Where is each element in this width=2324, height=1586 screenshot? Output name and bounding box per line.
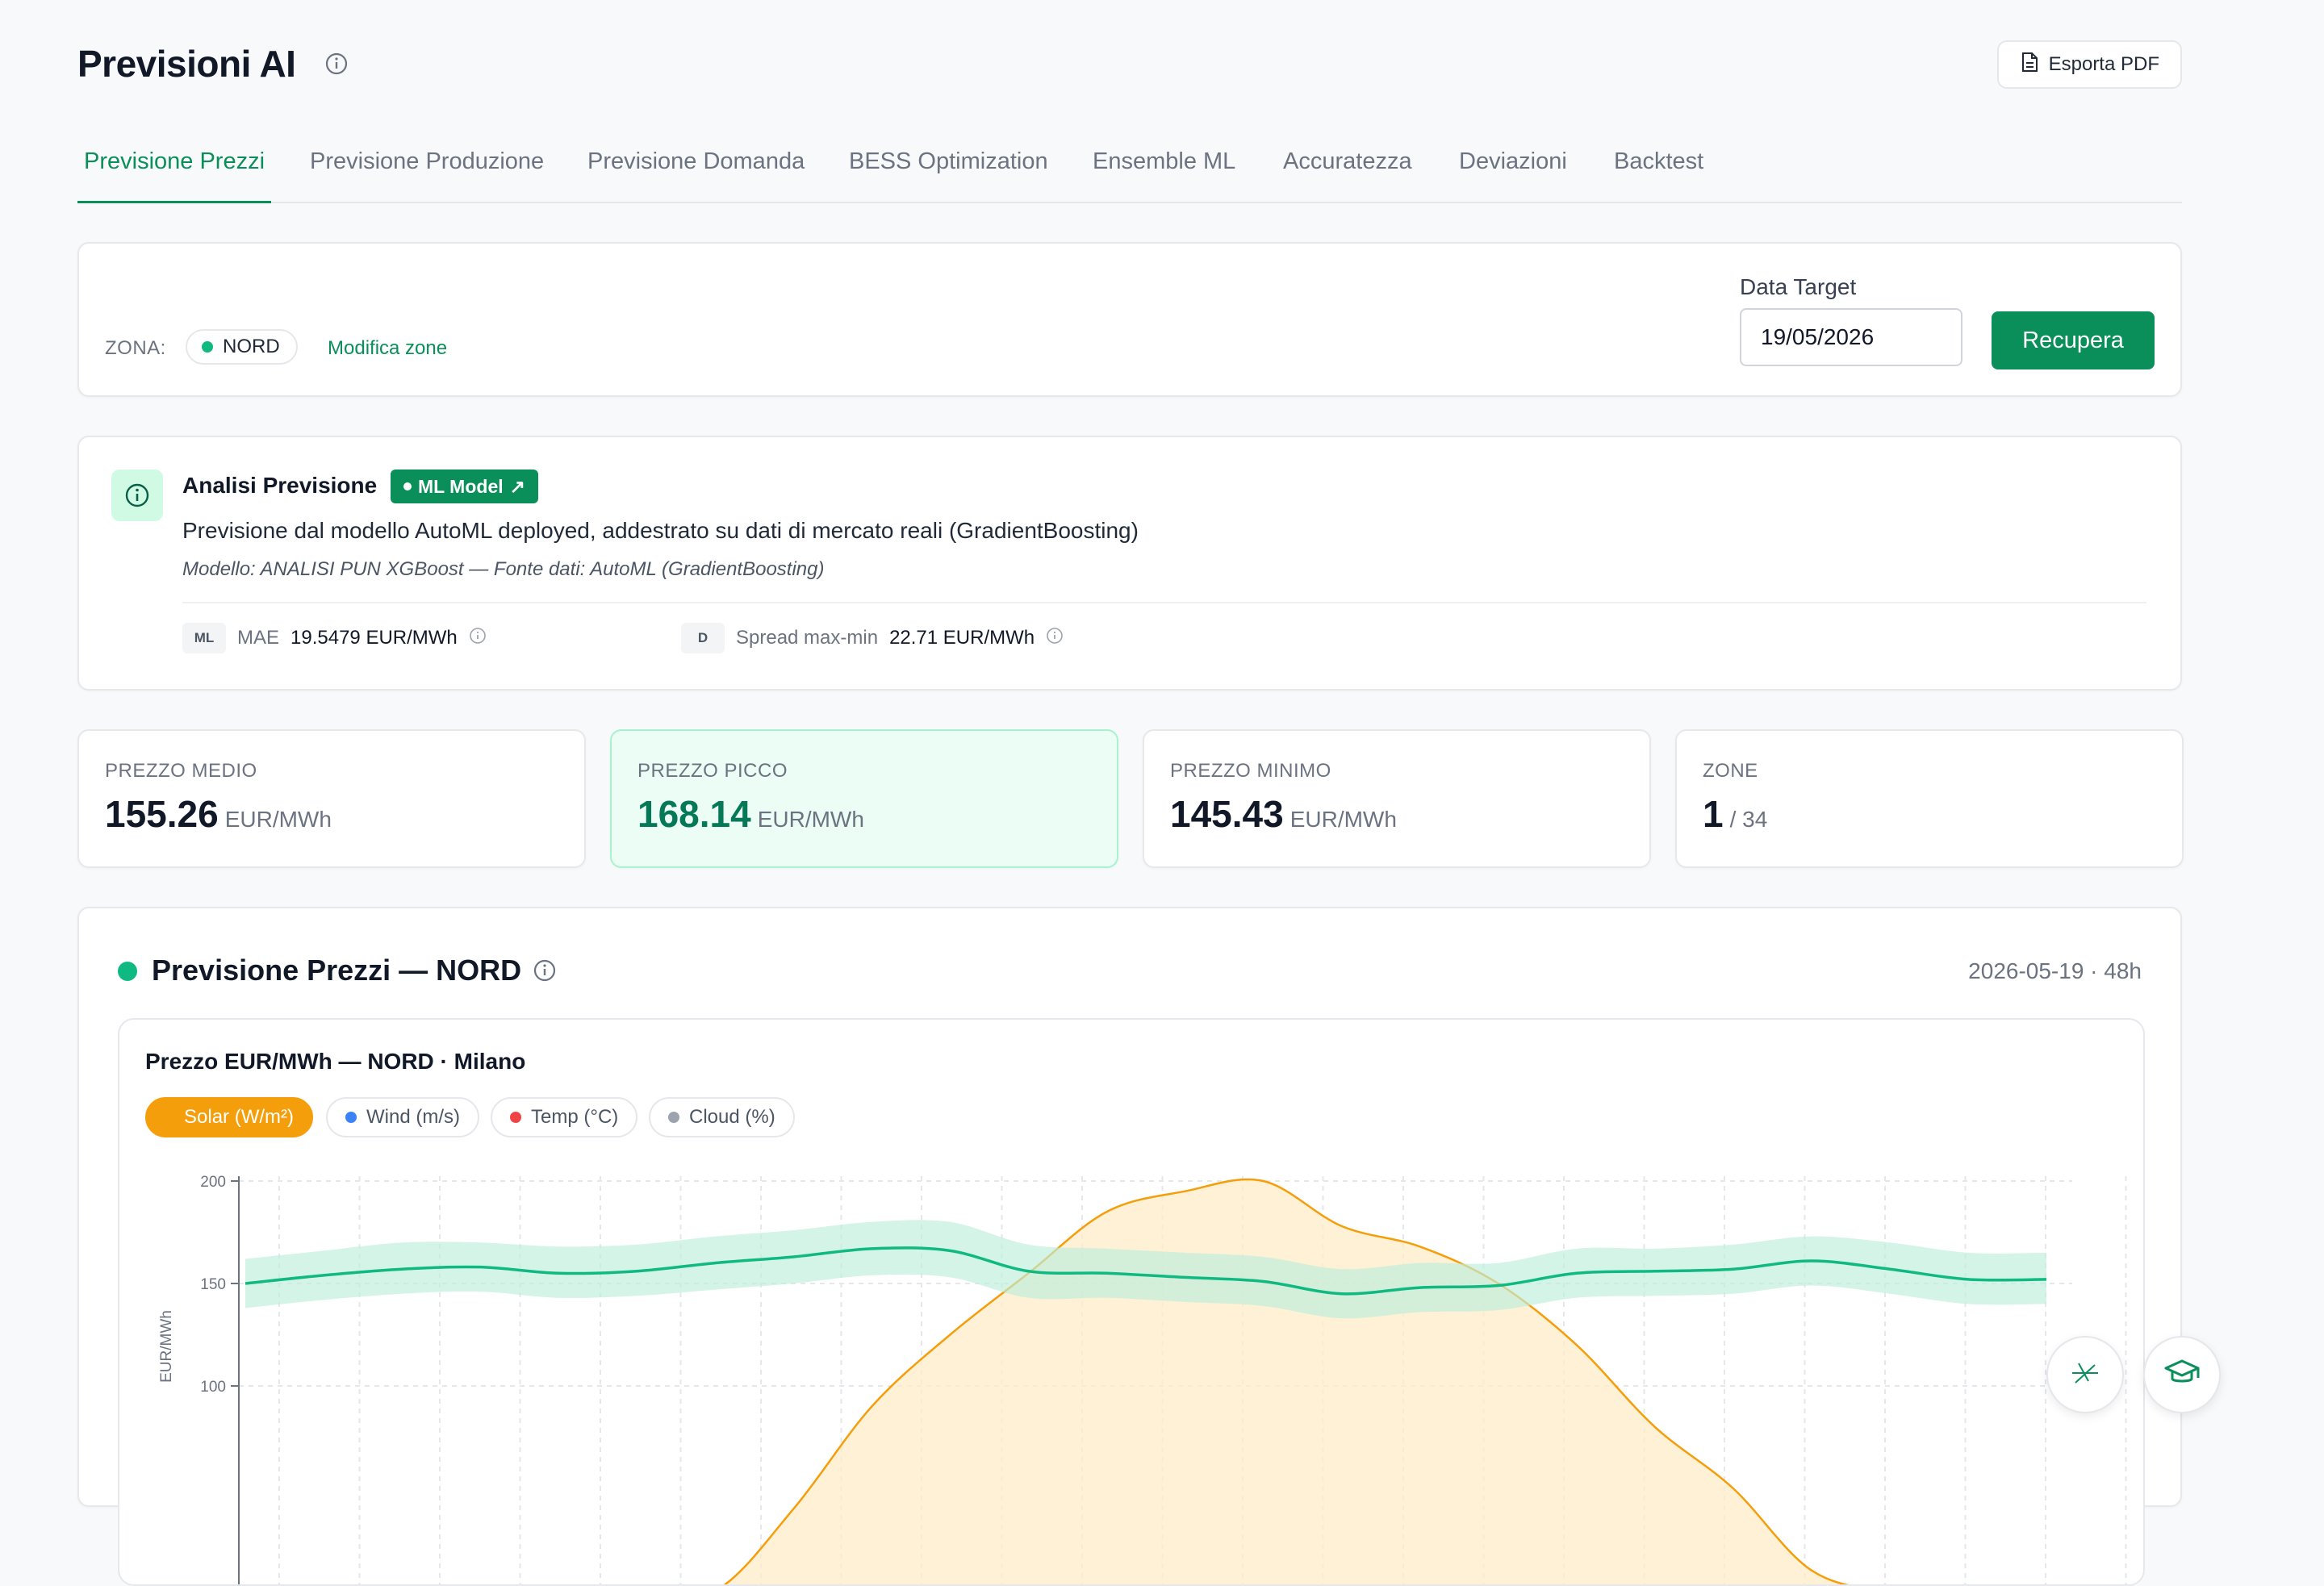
metric-value: 22.71 EUR/MWh xyxy=(889,627,1035,649)
stat-number: 155.26 xyxy=(105,793,219,835)
tab-accuratezza[interactable]: Accuratezza xyxy=(1283,148,1412,202)
modifica-zone-link[interactable]: Modifica zone xyxy=(328,337,447,360)
info-icon[interactable] xyxy=(533,958,557,987)
stat-card-zone: ZONE 1/ 34 xyxy=(1675,729,2184,868)
stat-card-prezzo-medio: PREZZO MEDIO 155.26 EUR/MWh xyxy=(77,729,586,868)
chart-card: Previsione Prezzi — NORD 2026-05-19 · 48… xyxy=(77,907,2182,1586)
stat-card-prezzo-minimo: PREZZO MINIMO 145.43 EUR/MWh xyxy=(1143,729,1651,868)
crossed-lines-icon xyxy=(2067,1355,2103,1395)
stat-number: 145.43 xyxy=(1170,793,1284,835)
info-icon[interactable] xyxy=(324,52,349,76)
stat-value: 1/ 34 xyxy=(1703,792,1767,836)
info-icon[interactable] xyxy=(1046,627,1064,650)
tutorial-button[interactable] xyxy=(2143,1336,2221,1413)
metric-value: 19.5479 EUR/MWh xyxy=(290,627,458,649)
divider xyxy=(182,602,2146,603)
zona-status-dot xyxy=(202,341,213,353)
metric-mae: ML MAE 19.5479 EUR/MWh xyxy=(182,623,487,653)
zona-value: NORD xyxy=(223,336,280,357)
tab-deviazioni[interactable]: Deviazioni xyxy=(1459,148,1567,202)
stat-unit: EUR/MWh xyxy=(757,807,864,832)
y-tick-label: 100 xyxy=(200,1379,226,1396)
analysis-card: Analisi Previsione ML Model ↗ Previsione… xyxy=(77,436,2182,691)
chart-section-title: Previsione Prezzi — NORD xyxy=(152,954,522,987)
stat-unit: EUR/MWh xyxy=(1289,807,1397,832)
stat-label: PREZZO MINIMO xyxy=(1170,760,1331,782)
metric-label: MAE xyxy=(237,627,280,649)
analysis-model-line: Modello: ANALISI PUN XGBoost — Fonte dat… xyxy=(182,558,825,580)
stat-unit: / 34 xyxy=(1729,807,1768,832)
arrow-up-right-icon: ↗ xyxy=(509,475,525,497)
stat-value: 145.43 EUR/MWh xyxy=(1170,792,1397,836)
tab-bess-optimization[interactable]: BESS Optimization xyxy=(849,148,1048,202)
document-icon xyxy=(2020,52,2039,78)
stat-number: 1 xyxy=(1703,793,1724,835)
analysis-description: Previsione dal modello AutoML deployed, … xyxy=(182,518,1139,543)
metric-tag: ML xyxy=(182,623,226,653)
data-target-input[interactable]: 19/05/2026 xyxy=(1740,308,1962,366)
chart-tool-button[interactable] xyxy=(2046,1336,2124,1413)
chart-panel: Prezzo EUR/MWh — NORD · Milano Solar (W/… xyxy=(118,1018,2145,1586)
metric-spread: D Spread max-min 22.71 EUR/MWh xyxy=(681,623,1064,653)
badge-dot xyxy=(403,482,412,490)
stat-value: 168.14 EUR/MWh xyxy=(637,792,864,836)
info-icon[interactable] xyxy=(469,627,487,650)
y-axis-label: EUR/MWh xyxy=(158,1310,175,1383)
stat-card-prezzo-picco: PREZZO PICCO 168.14 EUR/MWh xyxy=(610,729,1118,868)
analysis-title: Analisi Previsione xyxy=(182,473,378,498)
export-pdf-label: Esporta PDF xyxy=(2048,53,2159,75)
price-chart: 100 150 200 EUR/MWh xyxy=(158,1174,2127,1584)
stat-label: PREZZO PICCO xyxy=(637,760,788,782)
stat-label: ZONE xyxy=(1703,760,1758,782)
filter-card: ZONA: NORD Modifica zone Data Target 19/… xyxy=(77,242,2182,397)
status-dot xyxy=(118,962,137,981)
tab-previsione-domanda[interactable]: Previsione Domanda xyxy=(587,148,805,202)
tab-previsione-produzione[interactable]: Previsione Produzione xyxy=(310,148,544,202)
y-tick-label: 200 xyxy=(200,1174,226,1191)
metric-tag: D xyxy=(681,623,725,653)
tab-previsione-prezzi[interactable]: Previsione Prezzi xyxy=(77,148,272,203)
stat-value: 155.26 EUR/MWh xyxy=(105,792,332,836)
ml-model-label: ML Model xyxy=(418,475,504,497)
page-header: Previsioni AI Esporta PDF xyxy=(77,39,2182,90)
info-icon xyxy=(111,470,163,521)
stat-number: 168.14 xyxy=(637,793,751,835)
y-tick-label: 150 xyxy=(200,1276,226,1293)
chart-meta: 2026-05-19 · 48h xyxy=(1968,958,2142,983)
page-title: Previsioni AI xyxy=(77,43,296,85)
tab-ensemble-ml[interactable]: Ensemble ML xyxy=(1093,148,1235,202)
ml-model-badge: ML Model ↗ xyxy=(391,470,538,503)
metric-label: Spread max-min xyxy=(736,627,879,649)
stat-unit: EUR/MWh xyxy=(224,807,332,832)
zona-label: ZONA: xyxy=(105,337,166,359)
export-pdf-button[interactable]: Esporta PDF xyxy=(1996,40,2182,89)
tab-backtest[interactable]: Backtest xyxy=(1614,148,1703,202)
data-target-label: Data Target xyxy=(1740,274,1857,299)
graduation-cap-icon xyxy=(2163,1357,2201,1393)
stat-label: PREZZO MEDIO xyxy=(105,760,257,782)
recupera-button[interactable]: Recupera xyxy=(1992,311,2155,369)
zona-chip[interactable]: NORD xyxy=(186,329,298,365)
tab-bar: Previsione Prezzi Previsione Produzione … xyxy=(77,132,2182,203)
